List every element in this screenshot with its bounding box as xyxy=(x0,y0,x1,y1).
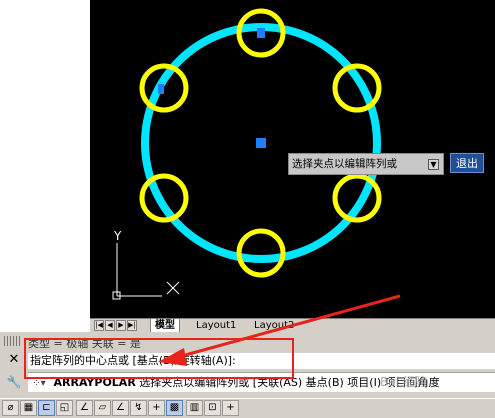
ducs-icon[interactable]: ↯ xyxy=(130,400,147,416)
watermark: Bai 经验 xyxy=(380,375,427,389)
center-grip[interactable] xyxy=(256,138,266,148)
tab-model[interactable]: 模型 xyxy=(150,319,180,333)
tooltip-dropdown-icon[interactable]: ▼ xyxy=(428,159,439,170)
left-margin xyxy=(0,0,90,318)
highlight-circle-bottom xyxy=(236,228,286,278)
exit-button[interactable]: 退出 xyxy=(450,153,484,173)
ortho-icon[interactable]: ⊏ xyxy=(38,400,55,416)
grid-icon[interactable]: ▦ xyxy=(20,400,37,416)
grip-handle[interactable] xyxy=(4,336,22,346)
tab-layout1[interactable]: Layout1 xyxy=(192,319,240,333)
array-item-grip-left[interactable] xyxy=(158,84,164,94)
highlight-box xyxy=(24,338,294,379)
grip-tooltip: 选择夹点以编辑阵列或 xyxy=(288,153,444,175)
layout-tab-bar: |◀ ◀ ▶ ▶| 模型 Layout1 Layout2 xyxy=(90,318,495,333)
qp-icon[interactable]: ⊡ xyxy=(204,400,221,416)
close-icon[interactable]: ✕ xyxy=(6,352,22,368)
status-bar: ⌀ ▦ ⊏ ◱ ∠ ▱ ∠ ↯ + ▩ ▥ ⊡ + xyxy=(0,398,495,418)
dyn-icon[interactable]: + xyxy=(148,400,165,416)
next-tab-icon[interactable]: ▶ xyxy=(116,320,126,331)
polar-icon[interactable]: ◱ xyxy=(56,400,73,416)
ucs-y-label: Y xyxy=(113,229,122,243)
snap-icon[interactable]: ⌀ xyxy=(2,400,19,416)
sc-icon[interactable]: + xyxy=(222,400,239,416)
first-tab-icon[interactable]: |◀ xyxy=(94,320,104,331)
osnap-icon[interactable]: ∠ xyxy=(76,400,93,416)
tab-layout2[interactable]: Layout2 xyxy=(250,319,298,333)
lwt-icon[interactable]: ▩ xyxy=(166,400,183,416)
last-tab-icon[interactable]: ▶| xyxy=(127,320,137,331)
tpy-icon[interactable]: ▥ xyxy=(186,400,203,416)
array-item-grip-top[interactable] xyxy=(257,28,265,38)
prev-tab-icon[interactable]: ◀ xyxy=(105,320,115,331)
customize-icon[interactable]: 🔧 xyxy=(6,374,22,390)
3dosnap-icon[interactable]: ▱ xyxy=(94,400,111,416)
otrack-icon[interactable]: ∠ xyxy=(112,400,129,416)
